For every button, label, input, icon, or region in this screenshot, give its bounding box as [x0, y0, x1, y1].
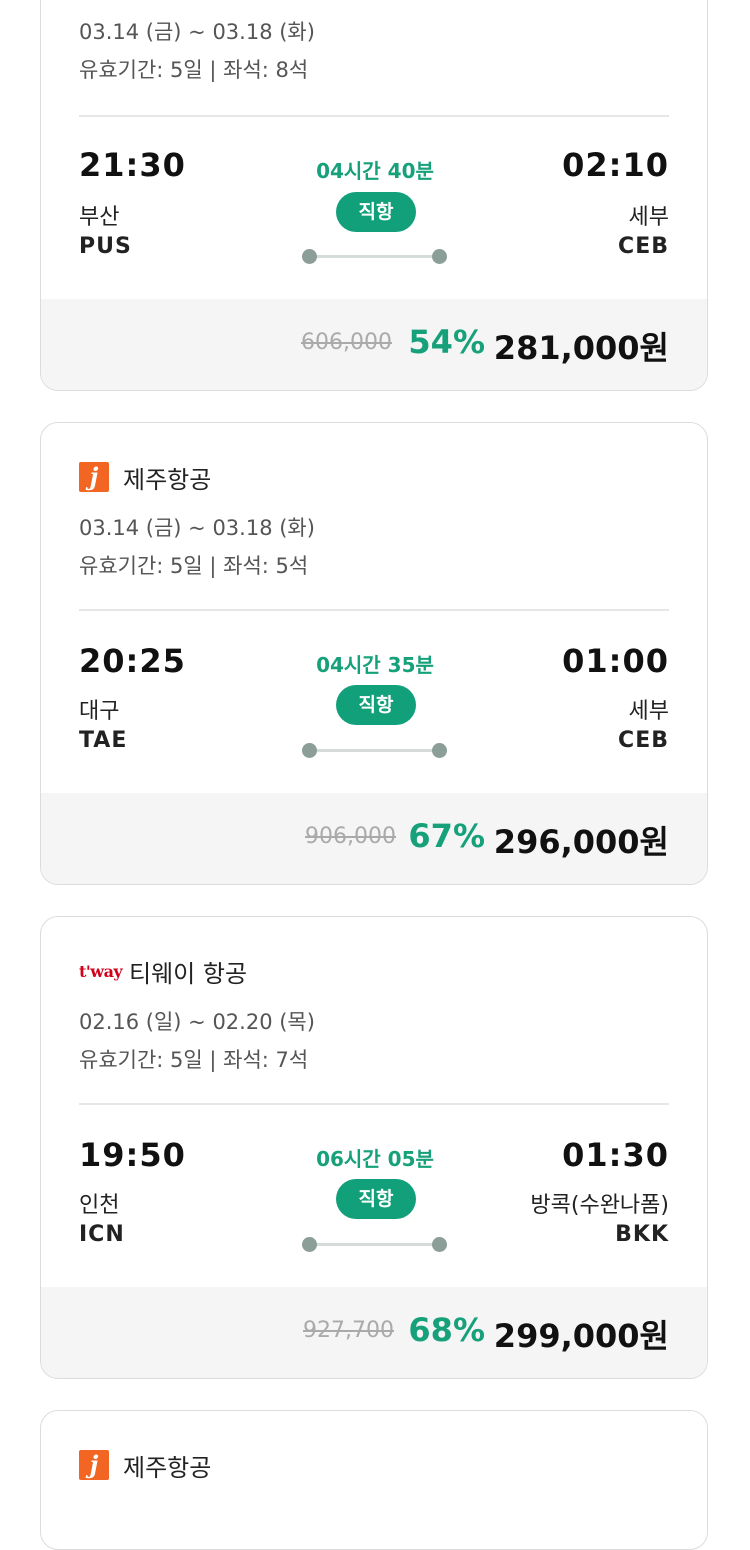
arrival-code: CEB: [618, 728, 669, 753]
route-line: [309, 749, 441, 752]
discount-rate: 54%: [408, 323, 485, 361]
flight-card-1[interactable]: 03.14 (금) ~ 03.18 (화) 유효기간: 5일 | 좌석: 8석 …: [40, 0, 708, 391]
discount-rate: 68%: [408, 1311, 485, 1349]
price-bar: 927,700 68% 299,000원: [41, 1287, 707, 1378]
departure-dot: [302, 1237, 317, 1252]
price-bar: 606,000 54% 281,000원: [41, 299, 707, 390]
sale-price: 281,000원: [493, 329, 669, 367]
airline: j 제주항공: [79, 1449, 212, 1482]
original-price: 606,000: [301, 330, 392, 355]
validity-seats: 유효기간: 5일 | 좌석: 8석: [79, 58, 309, 82]
departure-city: 대구: [79, 699, 120, 724]
airline-name: 제주항공: [123, 465, 212, 494]
tway-logo: t'way: [79, 961, 123, 981]
validity-seats: 유효기간: 5일 | 좌석: 7석: [79, 1048, 309, 1072]
arrival-time: 01:00: [562, 642, 669, 680]
airline: t'way 티웨이 항공: [79, 955, 248, 988]
flight-card-4[interactable]: j 제주항공: [40, 1410, 708, 1550]
discount-rate: 67%: [408, 817, 485, 855]
sale-price: 296,000원: [493, 823, 669, 861]
arrival-dot: [432, 743, 447, 758]
arrival-code: CEB: [618, 234, 669, 259]
arrival-dot: [432, 249, 447, 264]
divider: [79, 115, 669, 117]
route-line: [309, 1243, 441, 1246]
validity-seats: 유효기간: 5일 | 좌석: 5석: [79, 554, 309, 578]
arrival-dot: [432, 1237, 447, 1252]
divider: [79, 1103, 669, 1105]
departure-code: PUS: [79, 234, 132, 259]
direct-flight-badge: 직항: [336, 192, 416, 232]
jeju-air-logo: j: [79, 1450, 109, 1480]
arrival-code: BKK: [615, 1222, 669, 1247]
flight-card-2[interactable]: j 제주항공 03.14 (금) ~ 03.18 (화) 유효기간: 5일 | …: [40, 422, 708, 885]
divider: [79, 609, 669, 611]
original-price: 906,000: [305, 824, 396, 849]
route-line: [309, 255, 441, 258]
arrival-city: 방콕(수완나폼): [530, 1193, 669, 1218]
direct-flight-badge: 직항: [336, 1179, 416, 1219]
departure-city: 부산: [79, 205, 120, 230]
arrival-time: 01:30: [562, 1136, 669, 1174]
travel-dates: 03.14 (금) ~ 03.18 (화): [79, 20, 315, 44]
departure-code: TAE: [79, 728, 128, 753]
departure-dot: [302, 743, 317, 758]
arrival-time: 02:10: [562, 146, 669, 184]
sale-price: 299,000원: [493, 1317, 669, 1355]
jeju-air-logo: j: [79, 462, 109, 492]
travel-dates: 02.16 (일) ~ 02.20 (목): [79, 1010, 315, 1034]
direct-flight-badge: 직항: [336, 685, 416, 725]
original-price: 927,700: [303, 1318, 394, 1343]
airline-name: 티웨이 항공: [129, 959, 248, 988]
airline-name: 제주항공: [123, 1453, 212, 1482]
airline: j 제주항공: [79, 461, 212, 494]
flight-card-3[interactable]: t'way 티웨이 항공 02.16 (일) ~ 02.20 (목) 유효기간:…: [40, 916, 708, 1379]
price-bar: 906,000 67% 296,000원: [41, 793, 707, 884]
arrival-city: 세부: [628, 699, 669, 724]
travel-dates: 03.14 (금) ~ 03.18 (화): [79, 516, 315, 540]
departure-city: 인천: [79, 1193, 120, 1218]
arrival-city: 세부: [628, 205, 669, 230]
departure-dot: [302, 249, 317, 264]
departure-code: ICN: [79, 1222, 125, 1247]
